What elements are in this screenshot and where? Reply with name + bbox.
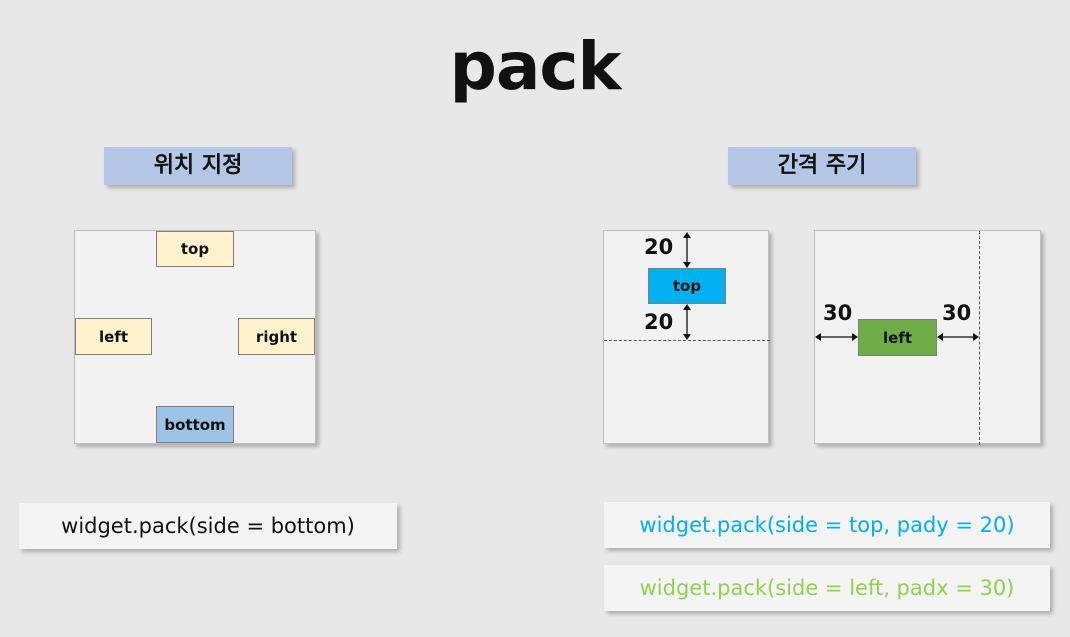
page-title: pack [449, 28, 622, 105]
section-label-position: 위치 지정 [104, 147, 292, 185]
code-side-top-pady: widget.pack(side = top, pady = 20) [604, 502, 1050, 548]
padx-diagram-panel: left [814, 230, 1041, 445]
widget-bottom: bottom [156, 406, 234, 443]
padx-boundary-line [979, 231, 980, 445]
padx-right-value: 30 [942, 301, 972, 325]
code-side-bottom: widget.pack(side = bottom) [19, 503, 397, 549]
padx-right-arrow [937, 333, 979, 341]
position-diagram-panel: top left right bottom [74, 230, 316, 444]
section-label-spacing: 간격 주기 [728, 147, 916, 185]
pady-diagram-panel: top [603, 230, 770, 444]
code-side-left-padx: widget.pack(side = left, padx = 30) [604, 565, 1050, 611]
pady-bottom-value: 20 [644, 310, 674, 334]
pady-top-arrow [683, 232, 691, 268]
widget-left: left [75, 318, 152, 355]
padx-left-value: 30 [823, 301, 853, 325]
widget-top: top [156, 231, 234, 267]
pady-boundary-line [604, 340, 770, 341]
pady-bottom-arrow [683, 304, 691, 340]
widget-top-padded: top [648, 268, 726, 304]
pady-top-value: 20 [644, 235, 674, 259]
widget-left-padded: left [858, 319, 937, 356]
widget-right: right [238, 318, 315, 355]
padx-left-arrow [815, 333, 858, 341]
